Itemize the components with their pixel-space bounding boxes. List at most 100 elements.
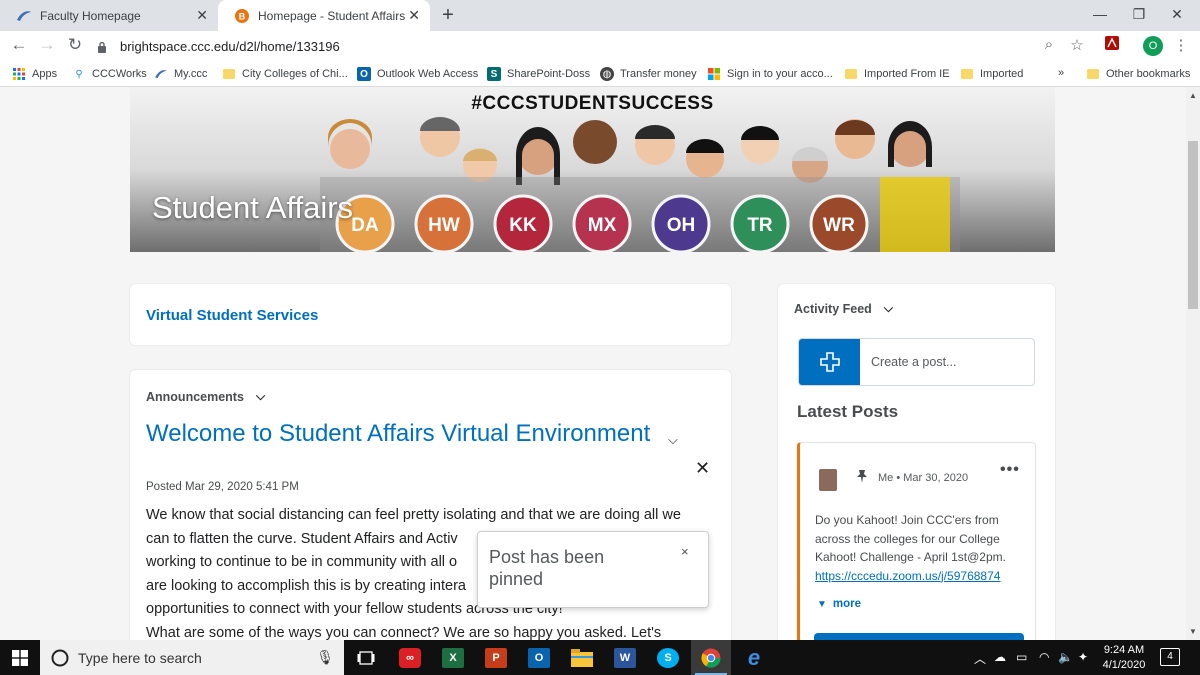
- clock-date: 4/1/2020: [1102, 659, 1146, 671]
- bookmark-star-icon[interactable]: ☆: [1066, 36, 1088, 54]
- word-letter: W: [614, 647, 636, 668]
- outlook-taskbar-icon[interactable]: O: [519, 640, 559, 675]
- lock-icon: [98, 41, 106, 53]
- bookmark-city-colleges[interactable]: City Colleges of Chi...: [222, 67, 348, 81]
- action-center-icon[interactable]: 4: [1160, 648, 1180, 666]
- reload-icon[interactable]: ↻: [64, 35, 86, 55]
- body-line: We know that social distancing can feel …: [146, 507, 681, 523]
- menu-kebab-icon[interactable]: ⋮: [1170, 36, 1192, 54]
- virtual-student-services-card: Virtual Student Services: [130, 284, 731, 345]
- announcement-title-link[interactable]: Welcome to Student Affairs Virtual Envir…: [146, 420, 650, 448]
- bookmark-outlook[interactable]: O Outlook Web Access: [357, 67, 478, 81]
- zoom-icon[interactable]: ⌕: [1038, 36, 1060, 53]
- d2l-favicon-icon: [16, 8, 32, 24]
- pinned-toast-notification: Post has been pinned ×: [477, 531, 709, 608]
- bookmark-apps[interactable]: Apps: [12, 67, 57, 81]
- toast-close-icon[interactable]: ×: [681, 544, 689, 559]
- activity-feed-widget: Activity Feed ⌵ Create a post... Latest …: [778, 284, 1055, 640]
- bookmark-sharepoint[interactable]: S SharePoint-Doss: [487, 67, 590, 81]
- back-arrow-icon[interactable]: ←: [8, 35, 30, 55]
- body-line: What are some of the ways you can connec…: [146, 624, 662, 641]
- edge-icon[interactable]: e: [734, 640, 774, 675]
- announcements-header[interactable]: Announcements ⌵: [146, 389, 265, 404]
- more-label: more: [832, 598, 862, 610]
- tab-faculty-homepage[interactable]: Faculty Homepage ✕: [0, 0, 218, 31]
- post-zoom-link[interactable]: https://cccedu.zoom.us/j/59768874: [815, 567, 1029, 586]
- bookmark-sign-in[interactable]: Sign in to your acco...: [707, 67, 833, 81]
- task-view-icon[interactable]: [346, 640, 386, 675]
- address-bar[interactable]: brightspace.ccc.edu/d2l/home/133196: [96, 35, 1096, 58]
- system-clock[interactable]: 9:24 AM 4/1/2020: [1098, 643, 1150, 673]
- add-post-icon[interactable]: [799, 339, 860, 385]
- chevron-down-icon[interactable]: ⌵: [256, 389, 265, 404]
- show-hidden-icons-icon[interactable]: ︿: [974, 650, 986, 667]
- creative-cloud-icon[interactable]: ∞: [390, 640, 430, 675]
- college-badge-label: HW: [428, 215, 460, 236]
- dropbox-icon[interactable]: ✦: [1078, 650, 1088, 664]
- forward-arrow-icon[interactable]: →: [36, 35, 58, 55]
- powerpoint-icon[interactable]: P: [476, 640, 516, 675]
- wifi-icon[interactable]: ◠: [1039, 650, 1049, 664]
- bookmark-label: My.ccc: [174, 68, 208, 80]
- volume-icon[interactable]: 🔈: [1058, 650, 1073, 664]
- bookmark-cccworks[interactable]: ⚲ CCCWorks: [72, 67, 147, 81]
- battery-icon[interactable]: ▭: [1016, 650, 1027, 664]
- profile-avatar[interactable]: O: [1143, 36, 1163, 56]
- bookmarks-overflow-button[interactable]: »: [1058, 67, 1064, 79]
- bookmark-imported[interactable]: Imported: [960, 67, 1023, 81]
- create-post-box[interactable]: Create a post...: [798, 338, 1035, 386]
- apps-grid-icon: [12, 67, 26, 81]
- word-icon[interactable]: W: [605, 640, 645, 675]
- virtual-student-services-link[interactable]: Virtual Student Services: [146, 307, 318, 324]
- bookmark-my-ccc[interactable]: My.ccc: [154, 67, 207, 81]
- bookmark-label: CCCWorks: [92, 68, 147, 80]
- avatar: [819, 469, 837, 491]
- folder-icon: [960, 67, 974, 81]
- new-tab-button[interactable]: +: [438, 4, 458, 27]
- college-badge-label: TR: [747, 215, 773, 236]
- acrobat-extension-icon[interactable]: [1101, 36, 1123, 54]
- bookmark-other-bookmarks[interactable]: Other bookmarks: [1086, 67, 1190, 81]
- post-date: Mar 30, 2020: [903, 472, 969, 484]
- tab-student-affairs[interactable]: B Homepage - Student Affairs ✕: [218, 0, 430, 31]
- announcement-posted-date: Posted Mar 29, 2020 5:41 PM: [146, 481, 299, 493]
- bookmark-label: SharePoint-Doss: [507, 68, 591, 80]
- overflow-icon: »: [1058, 67, 1065, 79]
- browser-tab-strip: Faculty Homepage ✕ B Homepage - Student …: [0, 0, 1200, 31]
- scrollbar-thumb[interactable]: [1188, 141, 1198, 309]
- toast-message: Post has been pinned: [489, 547, 605, 589]
- windows-start-icon[interactable]: [0, 640, 40, 675]
- pin-icon[interactable]: [856, 469, 868, 483]
- excel-icon[interactable]: X: [433, 640, 473, 675]
- onedrive-icon[interactable]: ☁: [994, 650, 1006, 664]
- bookmark-label: Imported From IE: [864, 68, 950, 80]
- scroll-down-arrow-icon[interactable]: ▼: [1189, 627, 1197, 636]
- folder-icon: [844, 67, 858, 81]
- taskbar-search-input[interactable]: Type here to search 🎙: [40, 640, 344, 675]
- page-scrollbar[interactable]: ▲ ▼: [1186, 87, 1200, 640]
- chrome-icon[interactable]: [691, 640, 731, 675]
- post-options-icon[interactable]: •••: [1000, 461, 1020, 479]
- skype-icon[interactable]: S: [648, 640, 688, 675]
- dismiss-announcement-icon[interactable]: ✕: [695, 458, 710, 479]
- globe-icon: ◍: [600, 67, 614, 81]
- activity-feed-header[interactable]: Activity Feed ⌵: [794, 301, 893, 316]
- college-badge-label: OH: [667, 215, 696, 236]
- close-tab-icon[interactable]: ✕: [196, 7, 208, 24]
- bookmark-imported-from-ie[interactable]: Imported From IE: [844, 67, 950, 81]
- announcement-options-chevron-icon[interactable]: ⌵: [668, 432, 678, 448]
- powerpoint-letter: P: [485, 647, 507, 668]
- microphone-icon[interactable]: 🎙: [316, 649, 334, 666]
- browser-toolbar: ← → ↻ brightspace.ccc.edu/d2l/home/13319…: [0, 31, 1200, 62]
- scroll-up-arrow-icon[interactable]: ▲: [1189, 91, 1197, 100]
- file-explorer-icon[interactable]: [562, 640, 602, 675]
- bookmarks-bar: Apps ⚲ CCCWorks My.ccc City Colleges of C…: [0, 62, 1200, 87]
- close-window-button[interactable]: ✕: [1154, 2, 1200, 26]
- create-post-placeholder[interactable]: Create a post...: [871, 355, 956, 369]
- chevron-down-icon: ▼: [817, 598, 827, 610]
- close-tab-icon[interactable]: ✕: [408, 7, 420, 24]
- show-more-link[interactable]: ▼ more: [817, 598, 861, 610]
- chevron-down-icon[interactable]: ⌵: [884, 301, 893, 316]
- post-action-button[interactable]: [814, 633, 1024, 640]
- bookmark-transfer-money[interactable]: ◍ Transfer money: [600, 67, 697, 81]
